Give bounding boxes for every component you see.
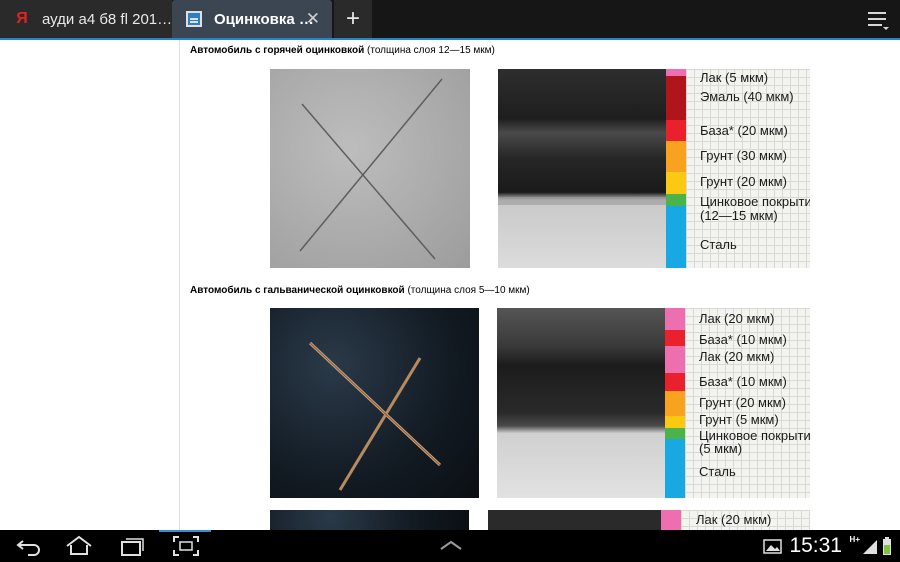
layer-label: Цинковое покрытие xyxy=(700,194,810,209)
layer-color-strip xyxy=(661,510,681,530)
cross-section-galvanic: Лак (20 мкм) База* (10 мкм) Лак (20 мкм)… xyxy=(497,308,810,498)
layer-label: Грунт (30 мкм) xyxy=(700,148,787,163)
yandex-icon: Я xyxy=(16,10,28,27)
tab-label: Оцинковка … xyxy=(214,10,314,28)
layer-swatch xyxy=(661,510,681,530)
layer-swatch xyxy=(666,206,686,268)
layer-label: Лак (20 мкм) xyxy=(699,349,775,364)
scratch-test-photo-galvanic xyxy=(270,308,479,498)
tab-zinc-coating[interactable]: Оцинковка … ✕ xyxy=(172,0,332,38)
tab-bar: Я ауди а4 б8 fl 201… Оцинковка … ✕ + xyxy=(0,0,900,40)
micrograph-hot-dip xyxy=(498,69,666,268)
battery-icon xyxy=(883,537,891,555)
page-icon xyxy=(186,11,202,27)
layer-label: Сталь xyxy=(699,464,736,479)
screenshot-icon[interactable] xyxy=(171,534,201,558)
cross-section-hot-dip: Лак (5 мкм) Эмаль (40 мкм) База* (20 мкм… xyxy=(498,69,810,268)
layer-label: Грунт (20 мкм) xyxy=(700,174,787,189)
layer-swatch xyxy=(665,391,685,416)
menu-icon[interactable] xyxy=(866,9,890,31)
layer-swatch xyxy=(666,141,686,172)
layer-label: Грунт (20 мкм) xyxy=(699,395,786,410)
layer-swatch xyxy=(665,428,685,439)
micrograph-third xyxy=(488,510,661,530)
layer-swatch xyxy=(665,308,685,330)
home-icon[interactable] xyxy=(64,534,94,558)
signal-icon xyxy=(863,540,877,554)
layer-label: (12—15 мкм) xyxy=(700,208,778,223)
layer-swatch xyxy=(665,416,685,428)
layer-label: Сталь xyxy=(700,237,737,252)
layer-swatch xyxy=(665,346,685,373)
back-icon[interactable] xyxy=(14,534,44,558)
clock[interactable]: 15:31 xyxy=(789,534,842,558)
tab-label: ауди а4 б8 fl 201… xyxy=(42,10,172,28)
chevron-up-icon[interactable] xyxy=(436,534,466,558)
page-column-divider xyxy=(179,40,180,530)
section-heading-galvanic: Автомобиль с гальванической оцинковкой (… xyxy=(190,285,530,296)
scratch-test-photo-third xyxy=(270,510,469,530)
layer-swatch xyxy=(665,373,685,391)
layer-label: Лак (5 мкм) xyxy=(700,70,769,85)
system-navigation-bar: 15:31 H+ xyxy=(0,530,900,562)
gallery-notification-icon[interactable] xyxy=(762,534,792,558)
micrograph-galvanic xyxy=(497,308,665,498)
layer-label: Эмаль (40 мкм) xyxy=(700,89,794,104)
layer-swatch xyxy=(665,439,685,498)
layer-swatch xyxy=(666,194,686,206)
tab-audi[interactable]: Я ауди а4 б8 fl 201… xyxy=(0,0,172,38)
new-tab-button[interactable]: + xyxy=(334,0,372,38)
layer-label: (5 мкм) xyxy=(699,441,743,456)
close-tab-icon[interactable]: ✕ xyxy=(306,9,320,29)
scratch-test-photo-hot-dip xyxy=(270,69,470,268)
layer-swatch xyxy=(666,172,686,194)
layer-label: База* (20 мкм) xyxy=(700,123,788,138)
network-type: H+ xyxy=(849,535,860,544)
active-indicator xyxy=(159,530,211,532)
layer-label: База* (10 мкм) xyxy=(699,332,787,347)
browser-screen: Я ауди а4 б8 fl 201… Оцинковка … ✕ + Авт… xyxy=(0,0,900,562)
layer-swatch xyxy=(666,69,686,76)
recent-apps-icon[interactable] xyxy=(117,534,147,558)
layer-label: Лак (20 мкм) xyxy=(699,311,775,326)
web-page: Автомобиль с горячей оцинковкой (толщина… xyxy=(0,40,900,530)
layer-swatch xyxy=(665,330,685,346)
layer-label: Лак (20 мкм) xyxy=(696,512,772,527)
section-heading-hot-dip: Автомобиль с горячей оцинковкой (толщина… xyxy=(190,45,495,56)
layer-label: Грунт (5 мкм) xyxy=(699,412,779,427)
layer-color-strip xyxy=(665,308,685,498)
cross-section-third: Лак (20 мкм) xyxy=(488,510,810,530)
layer-label: База* (10 мкм) xyxy=(699,374,787,389)
layer-swatch xyxy=(666,120,686,141)
layer-swatch xyxy=(666,76,686,120)
layer-color-strip xyxy=(666,69,686,268)
